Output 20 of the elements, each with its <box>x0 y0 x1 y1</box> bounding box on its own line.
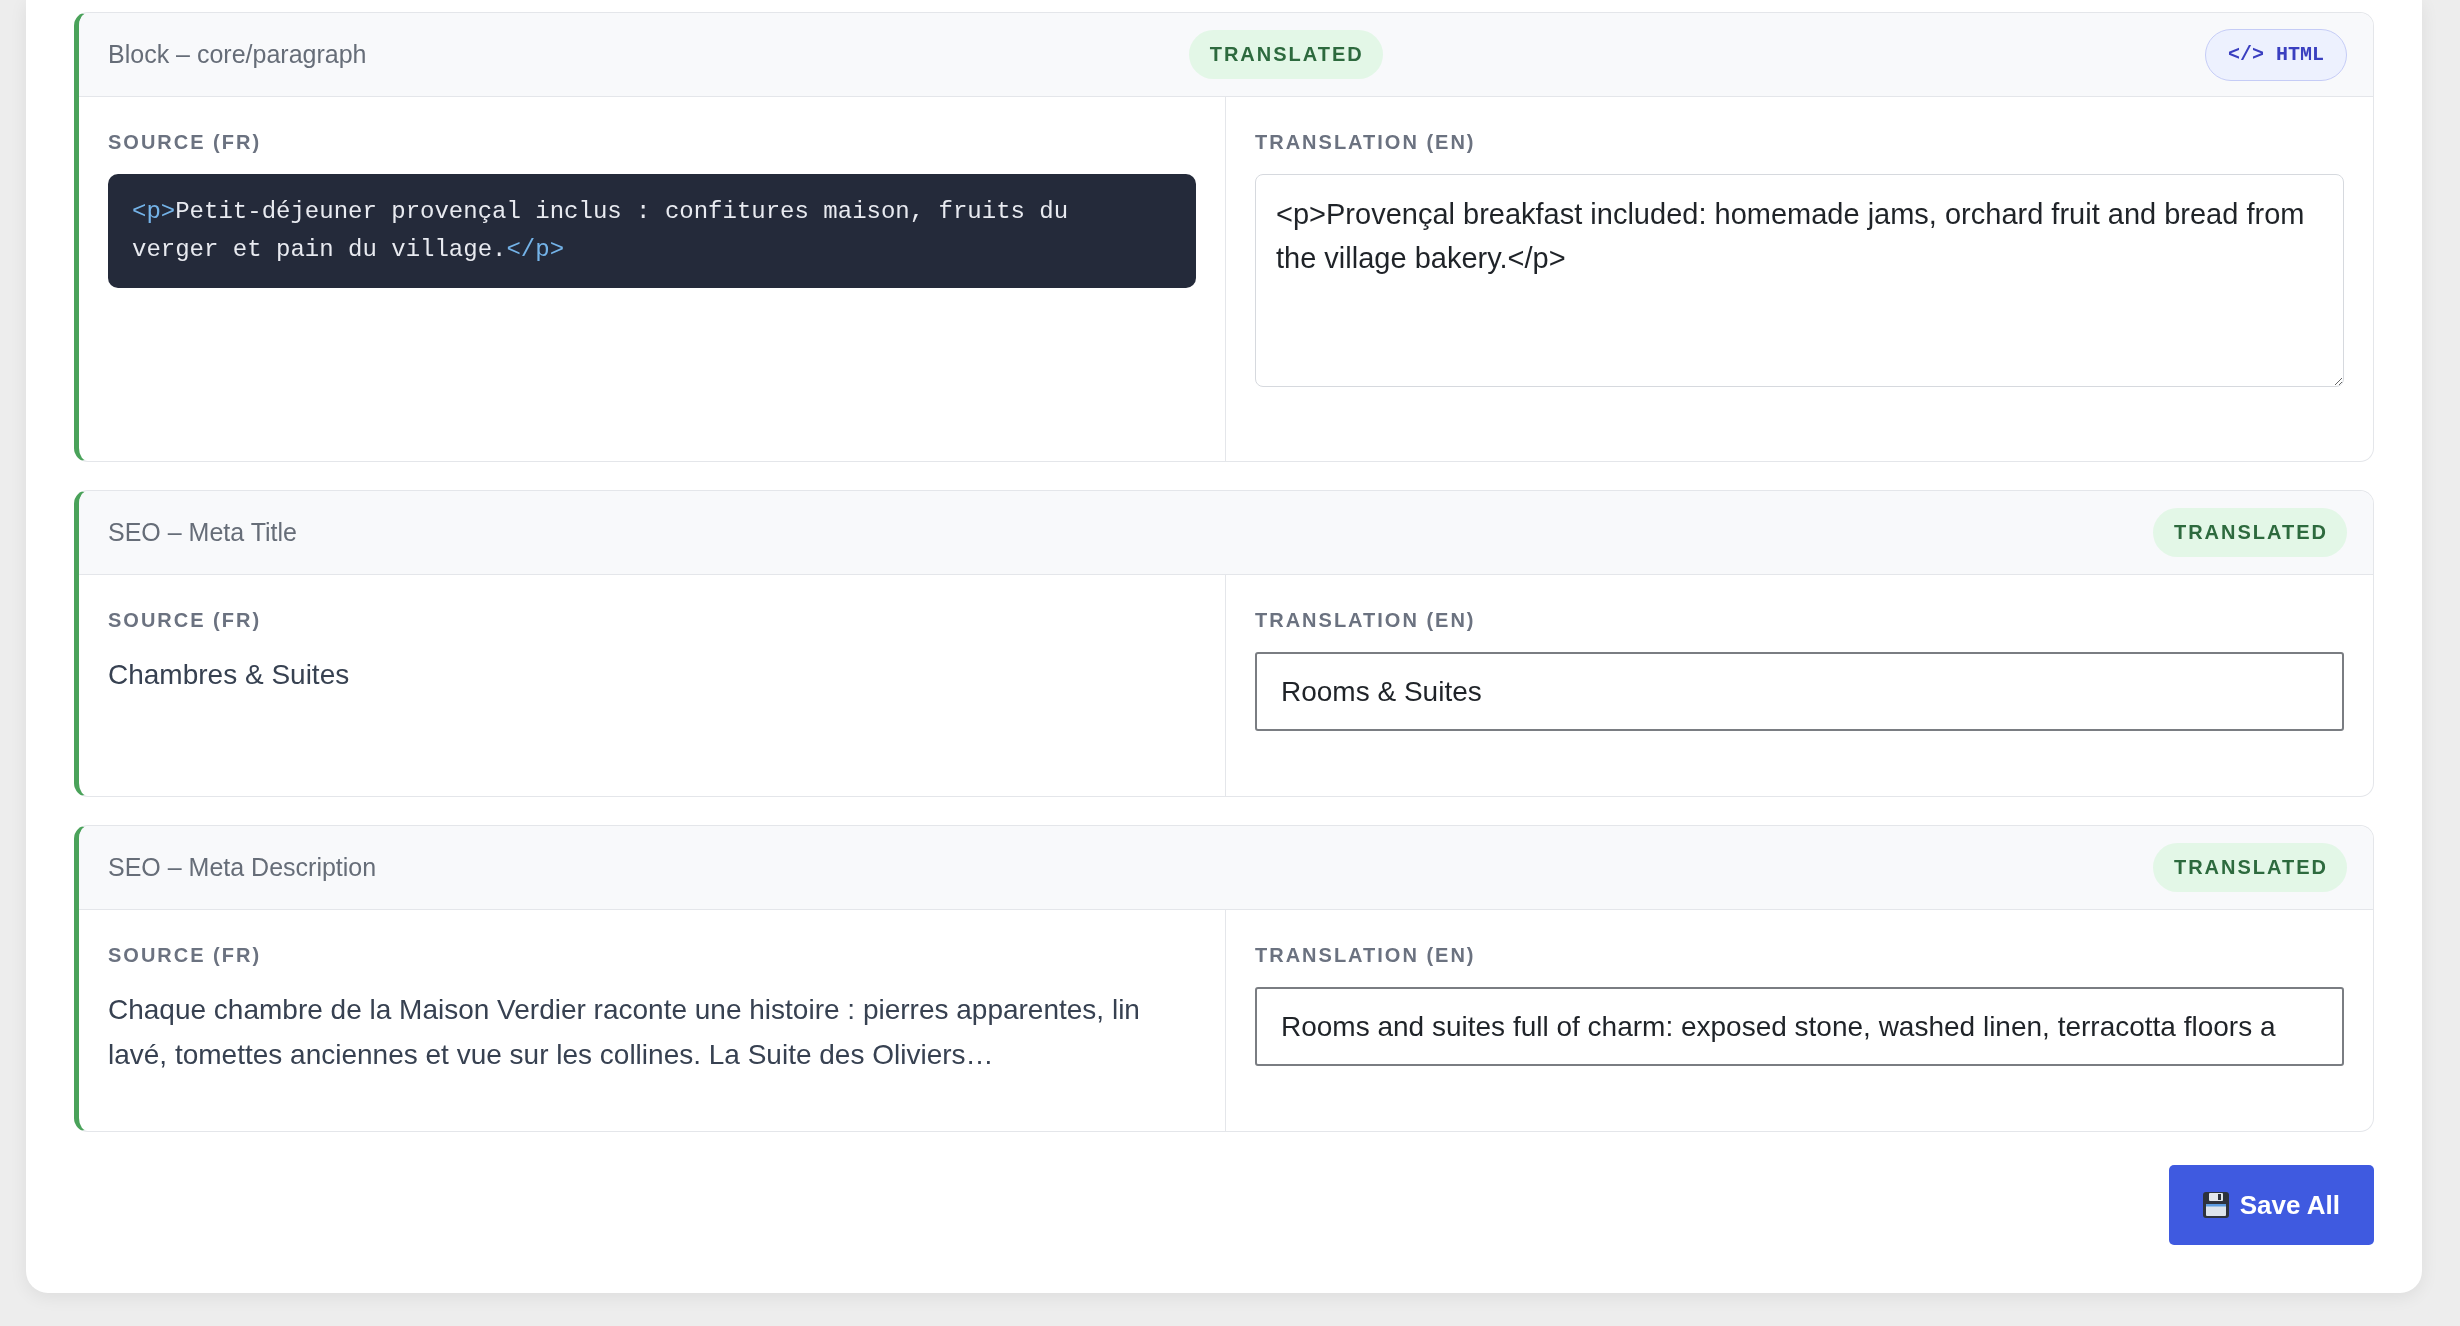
field-label: SOURCE (FR) <box>108 130 263 154</box>
status-badge: TRANSLATED <box>2152 508 2347 557</box>
source-text: Chambres & Suites <box>108 658 351 692</box>
field-label: TRANSLATION (EN) <box>1255 608 1477 632</box>
translation-input[interactable]: Rooms and suites full of charm: exposed stone, washed linen, terracotta floors a <box>1255 987 2344 1066</box>
card-title: SEO – Meta Description <box>108 853 377 882</box>
source-text: Chaque chambre de la Maison Verdier raconte une histoire : pierres apparentes, lin lavé, tomettes anciennes et vue sur les collines. La Suite des Oliviers… <box>108 993 1141 1072</box>
field-label: SOURCE (FR) <box>108 943 263 967</box>
translation-input[interactable]: Rooms & Suites <box>1255 652 2344 731</box>
html-format-button[interactable]: </> HTML <box>2205 28 2347 81</box>
field-label: TRANSLATION (EN) <box>1255 130 1477 154</box>
translation-textarea[interactable]: <p>Provençal breakfast included: homemade jams, orchard fruit and bread from the village bakery.</p> <box>1255 174 2344 387</box>
card-title: Block – core/paragraph <box>108 40 367 69</box>
card-title: SEO – Meta Title <box>108 518 297 547</box>
field-label: TRANSLATION (EN) <box>1255 943 1477 967</box>
save-button[interactable]: Save All <box>2168 1165 2374 1245</box>
code-block: <p>Petit-déjeuner provençal inclus : confitures maison, fruits du verger et pain du village.</p> <box>108 174 1196 288</box>
status-badge: TRANSLATED <box>2152 843 2347 892</box>
field-label: SOURCE (FR) <box>108 608 263 632</box>
status-badge: TRANSLATED <box>1188 30 1383 79</box>
